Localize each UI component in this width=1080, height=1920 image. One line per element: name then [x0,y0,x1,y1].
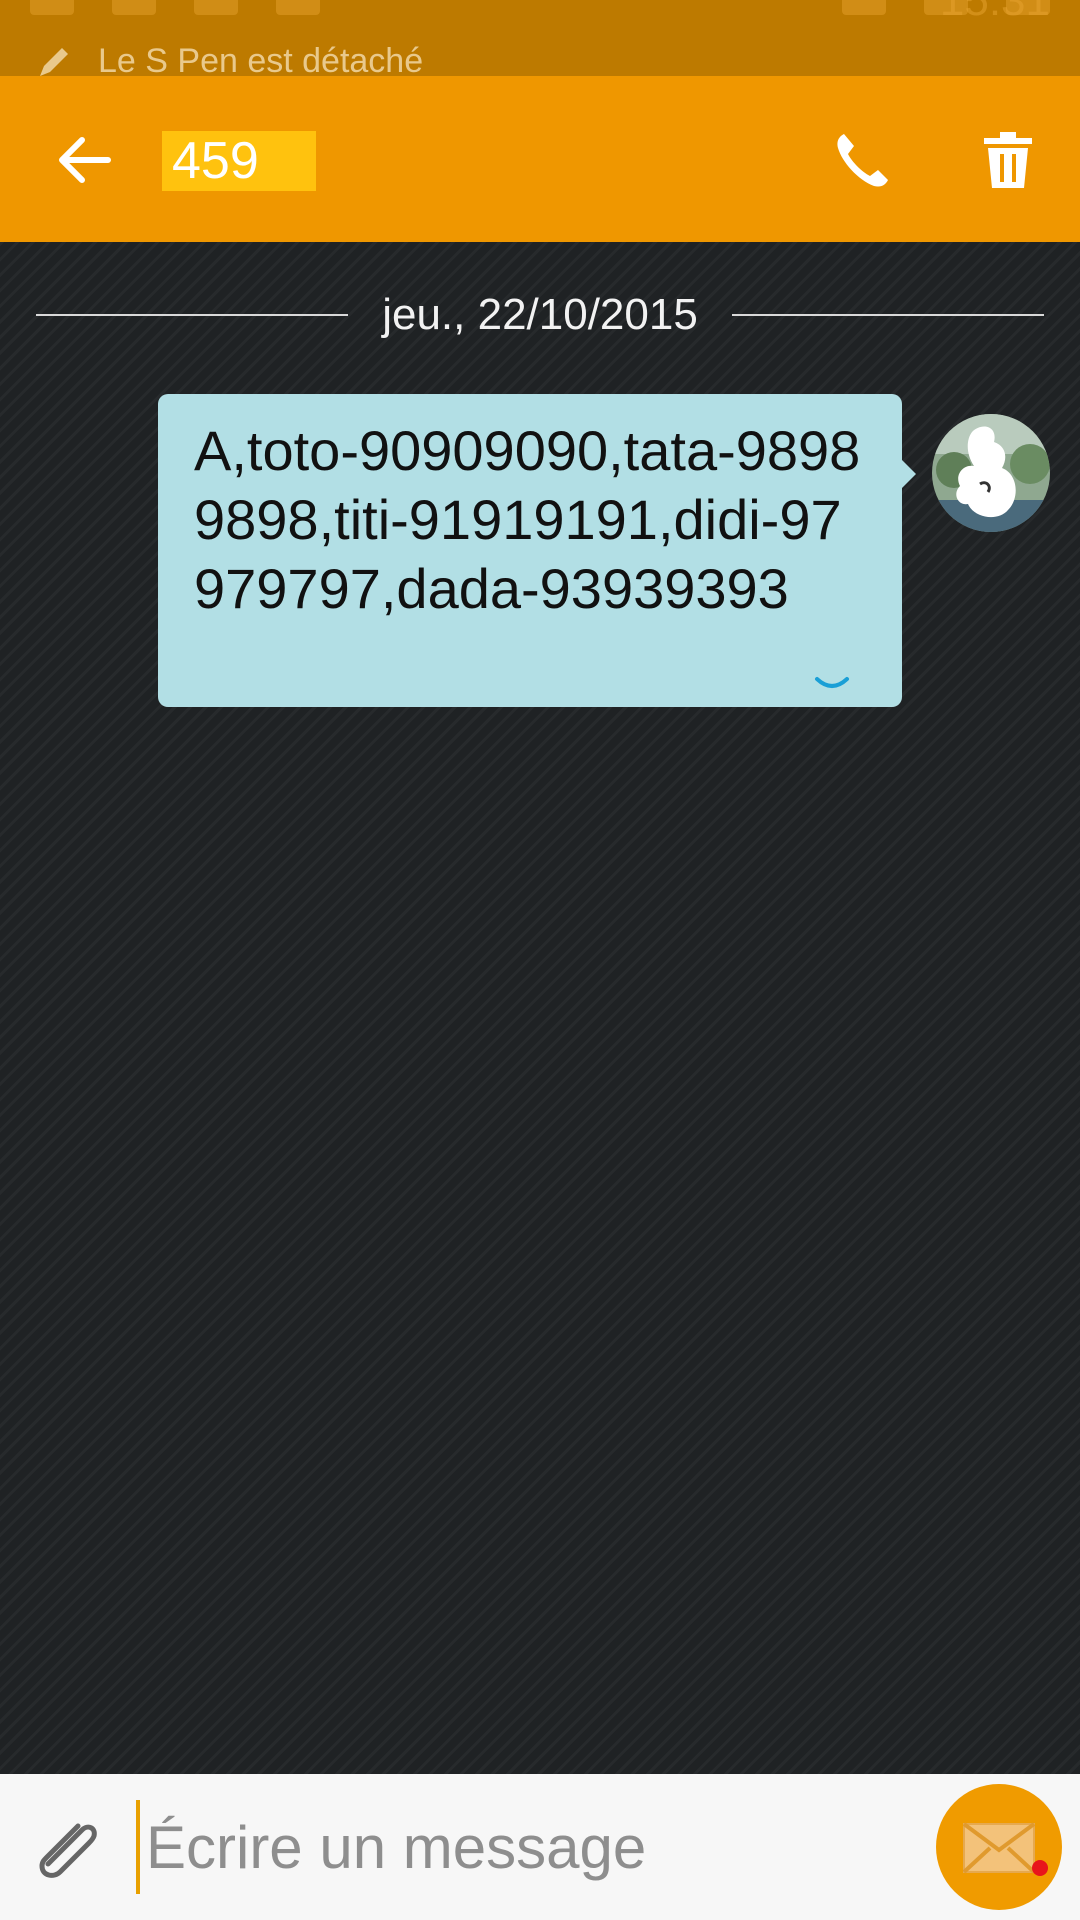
sending-indicator-icon [815,677,849,688]
attach-button[interactable] [30,1806,110,1886]
message-thread[interactable]: jeu., 22/10/2015 A,toto-90909090,tata-98… [0,242,1080,1774]
pen-icon [40,48,68,76]
message-bubble[interactable]: A,toto-90909090,tata-98989898,titi-91919… [158,394,902,707]
status-bar-icons [30,0,1050,16]
divider [731,314,1045,316]
notification-text: Le S Pen est détaché [98,41,424,77]
back-button[interactable] [52,128,116,192]
arrow-left-icon [59,137,111,183]
contact-avatar-icon[interactable] [932,414,1050,532]
status-bar: 15:31 Le S Pen est détaché [0,0,1080,76]
send-button[interactable] [936,1784,1062,1910]
delete-button[interactable] [978,130,1038,190]
phone-icon [837,134,888,187]
date-label: jeu., 22/10/2015 [382,290,698,339]
app-bar: 459 [0,76,1080,242]
call-button[interactable] [830,128,894,192]
send-mail-icon [962,1822,1036,1874]
bubble-tail [900,458,916,490]
status-time: 15:31 [939,0,1050,25]
spen-notification: Le S Pen est détaché [34,36,423,76]
message-input[interactable] [136,1800,918,1894]
trash-icon [984,132,1032,188]
message-text: A,toto-90909090,tata-98989898,titi-91919… [194,419,861,620]
divider [36,314,349,316]
contact-title[interactable]: 459 [162,131,316,191]
paperclip-icon [39,1823,97,1878]
composer-bar [0,1774,1080,1920]
date-separator: jeu., 22/10/2015 [36,290,1045,340]
unread-dot [1032,1860,1048,1876]
